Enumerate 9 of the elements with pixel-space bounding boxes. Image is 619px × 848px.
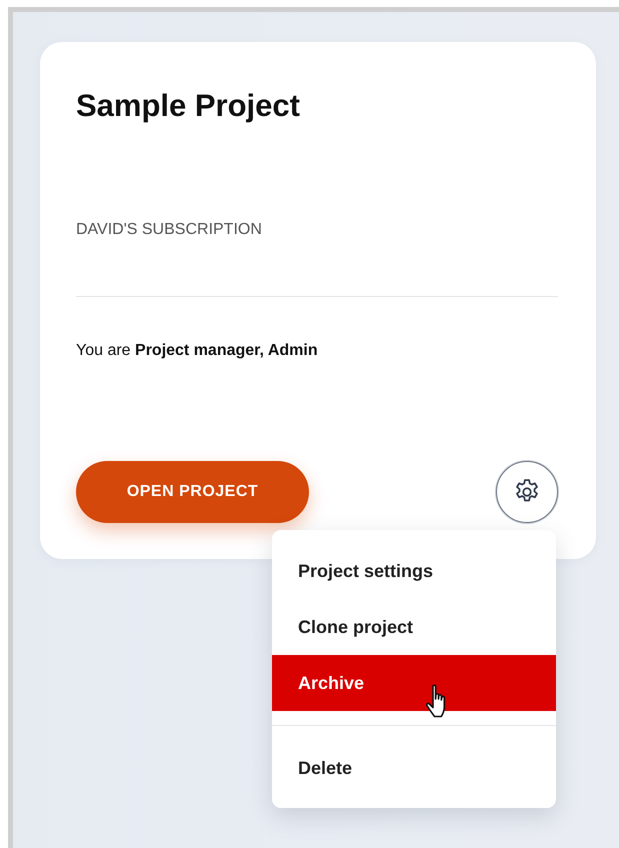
role-text: You are Project manager, Admin (76, 341, 318, 361)
subscription-label: DAVID'S SUBSCRIPTION (76, 220, 262, 240)
card-title: Sample Project (76, 87, 300, 125)
settings-button[interactable] (496, 461, 558, 523)
menu-item[interactable]: Project settings (272, 543, 556, 599)
open-project-button[interactable]: OPEN PROJECT (76, 461, 309, 523)
menu-item[interactable]: Archive (272, 655, 556, 711)
menu-item[interactable]: Clone project (272, 599, 556, 655)
menu-item[interactable]: Delete (272, 740, 556, 796)
